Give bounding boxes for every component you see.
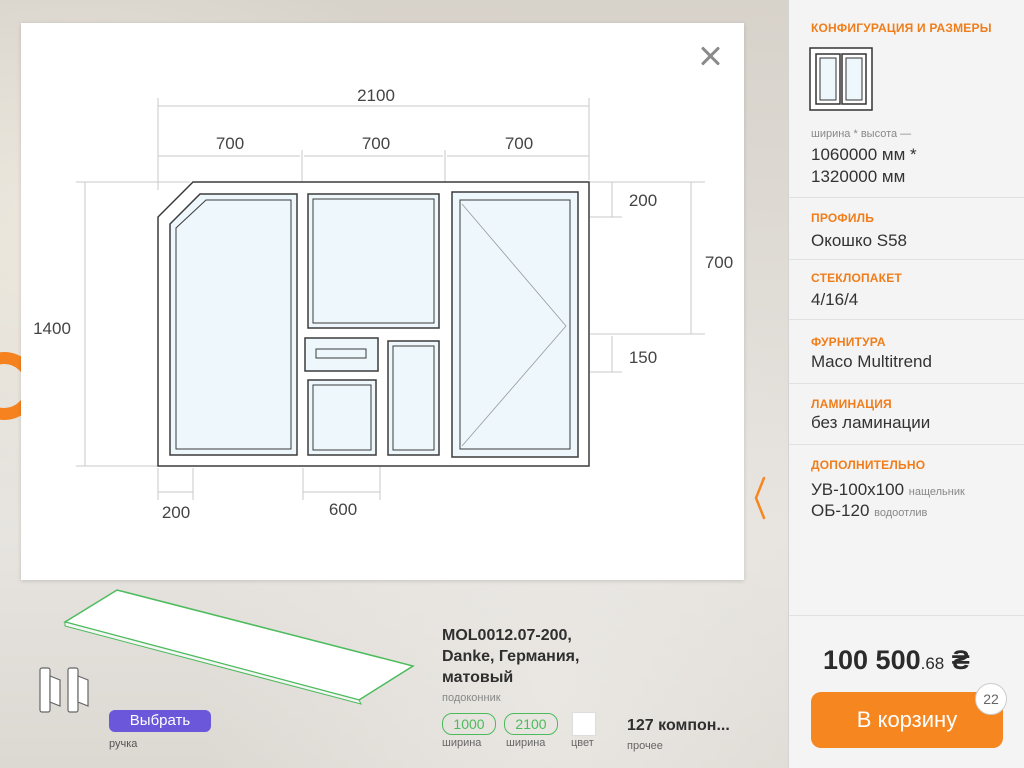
extra2-note: водоотлив (874, 507, 928, 519)
profile-title: ПРОФИЛЬ (811, 211, 875, 225)
divider (789, 259, 1024, 260)
hardware-title: ФУРНИТУРА (811, 335, 886, 349)
sill-name: MOL0012.07-200, Danke, Германия, матовый (442, 627, 580, 686)
length-label: ширина (506, 737, 546, 749)
extra-title: ДОПОЛНИТЕЛЬНО (811, 458, 926, 472)
size-caption: ширина * высота — (811, 128, 912, 140)
components-count[interactable]: 127 компон... (627, 717, 730, 735)
hardware-value[interactable]: Maco Multitrend (811, 352, 932, 372)
extra1-value: УВ-100х100 (811, 480, 905, 499)
color-swatch[interactable] (572, 712, 596, 736)
width-input[interactable]: 1000 (442, 713, 496, 735)
extra-item-1[interactable]: УВ-100х100 нащельник (811, 480, 965, 500)
glass-value[interactable]: 4/16/4 (811, 290, 858, 310)
sill-category: подоконник (442, 692, 501, 704)
currency-symbol: ₴ (951, 645, 970, 675)
handle-caption: ручка (109, 738, 138, 750)
width-label: ширина (442, 737, 482, 749)
extra2-value: ОБ-120 (811, 501, 870, 520)
profile-value[interactable]: Окошко S58 (811, 231, 907, 251)
window-config-thumbnail[interactable] (809, 47, 873, 111)
select-button[interactable]: Выбрать (109, 710, 211, 732)
size-line2: 1320000 мм (811, 167, 906, 186)
divider (789, 383, 1024, 384)
divider (789, 444, 1024, 445)
price-cents: .68 (920, 654, 945, 673)
lamination-title: ЛАМИНАЦИЯ (811, 397, 892, 411)
divider (789, 615, 1024, 616)
collapse-chevron-icon[interactable] (752, 476, 768, 520)
window-drawing-modal (21, 23, 744, 580)
extra1-note: нащельник (908, 486, 965, 498)
size-line1: 1060000 мм * (811, 145, 917, 164)
divider (789, 319, 1024, 320)
components-label: прочее (627, 740, 663, 752)
price-main: 100 500 (823, 645, 921, 675)
divider (789, 197, 1024, 198)
color-label: цвет (571, 737, 594, 749)
extra-item-2[interactable]: ОБ-120 водоотлив (811, 501, 927, 521)
lamination-value[interactable]: без ламинации (811, 413, 930, 433)
close-icon[interactable] (696, 42, 724, 70)
length-input[interactable]: 2100 (504, 713, 558, 735)
glass-title: СТЕКЛОПАКЕТ (811, 271, 902, 285)
config-panel: КОНФИГУРАЦИЯ И РАЗМЕРЫ ширина * высота —… (788, 0, 1024, 768)
cart-count-badge[interactable]: 22 (975, 683, 1007, 715)
config-title: КОНФИГУРАЦИЯ И РАЗМЕРЫ (811, 21, 992, 35)
total-price: 100 500.68 ₴ (823, 645, 970, 676)
